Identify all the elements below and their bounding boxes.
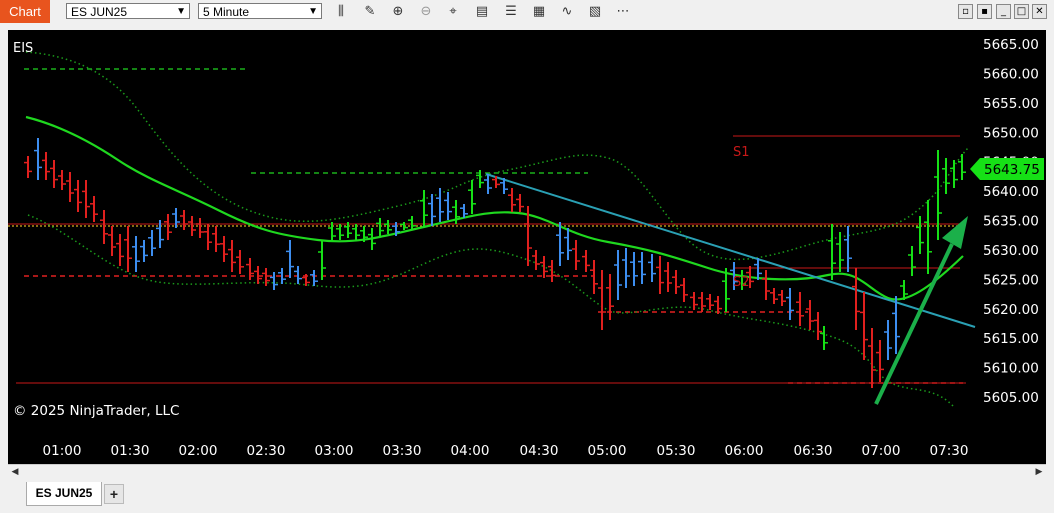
chevron-down-icon: ▼ — [308, 6, 318, 17]
chevron-down-icon: ▼ — [176, 6, 186, 17]
current-price-label: 5643.75 — [984, 162, 1040, 178]
zoom-out-icon[interactable]: ⊖ — [416, 3, 436, 20]
interval-selector[interactable]: 5 Minute ▼ — [198, 3, 322, 19]
annotation-arrow-head — [942, 216, 968, 249]
time-tick-label: 01:00 — [43, 443, 82, 459]
time-tick-label: 01:30 — [111, 443, 150, 459]
s2-label: S2 — [733, 275, 750, 290]
time-tick-label: 06:30 — [794, 443, 833, 459]
price-tick-label: 5610.00 — [983, 361, 1039, 377]
price-tick-label: 5625.00 — [983, 272, 1039, 288]
time-tick-label: 06:00 — [725, 443, 764, 459]
time-tick-label: 05:30 — [657, 443, 696, 459]
crosshair-icon[interactable]: ⌖ — [443, 3, 463, 20]
maximize-icon[interactable]: □ — [1014, 4, 1029, 19]
time-tick-label: 04:30 — [520, 443, 559, 459]
add-tab-button[interactable]: + — [104, 484, 124, 504]
price-tick-label: 5640.00 — [983, 184, 1039, 200]
zoom-in-icon[interactable]: ⊕ — [388, 3, 408, 20]
title-bar: Chart ES JUN25 ▼ 5 Minute ▼ ⫼ ✎ ⊕ ⊖ ⌖ ▤ ☰ … — [0, 0, 1054, 23]
pencil-icon[interactable]: ✎ — [360, 3, 380, 20]
scroll-left-icon[interactable]: ◀ — [8, 465, 22, 480]
chart-window-tab[interactable]: Chart — [0, 0, 50, 23]
price-tick-label: 5615.00 — [983, 331, 1039, 347]
time-tick-label: 04:00 — [451, 443, 490, 459]
time-tick-label: 05:00 — [588, 443, 627, 459]
tab-strip: ES JUN25 + — [0, 480, 1054, 513]
copyright-text: © 2025 NinjaTrader, LLC — [13, 403, 179, 419]
templates-icon[interactable]: ▧ — [585, 3, 605, 20]
minimize-icon[interactable]: _ — [996, 4, 1011, 19]
data-box-icon[interactable]: ▤ — [472, 3, 492, 20]
sma-line — [25, 115, 964, 301]
price-tick-label: 5635.00 — [983, 214, 1039, 230]
close-icon[interactable]: ✕ — [1032, 4, 1047, 19]
time-tick-label: 07:00 — [862, 443, 901, 459]
price-tick-label: 5660.00 — [983, 66, 1039, 82]
properties-icon[interactable]: ☰ — [501, 3, 521, 20]
bars-icon[interactable]: ⫼ — [331, 3, 351, 20]
s1-label: S1 — [733, 145, 750, 160]
horizontal-scrollbar[interactable]: ◀ ▶ — [8, 464, 1046, 481]
time-tick-label: 03:30 — [383, 443, 422, 459]
time-tick-label: 02:00 — [179, 443, 218, 459]
chart-panel[interactable]: EIS © 2025 NinjaTrader, LLC S1 S2 5665.00 566… — [8, 30, 1046, 464]
price-tick-label: 5630.00 — [983, 243, 1039, 259]
time-tick-label: 02:30 — [247, 443, 286, 459]
time-tick-label: 07:30 — [930, 443, 969, 459]
price-tick-label: 5655.00 — [983, 96, 1039, 112]
more-icon[interactable]: ⋯ — [613, 3, 633, 20]
interval-value: 5 Minute — [203, 5, 250, 19]
price-tick-label: 5620.00 — [983, 302, 1039, 318]
instrument-selector[interactable]: ES JUN25 ▼ — [66, 3, 190, 19]
pin-icon[interactable]: ▪ — [977, 4, 992, 19]
strategies-icon[interactable]: ∿ — [557, 3, 577, 20]
indicators-icon[interactable]: ▦ — [529, 3, 549, 20]
price-tick-label: 5650.00 — [983, 125, 1039, 141]
tab-es-jun25[interactable]: ES JUN25 — [26, 482, 102, 506]
scroll-right-icon[interactable]: ▶ — [1032, 465, 1046, 480]
price-tick-label: 5605.00 — [983, 390, 1039, 406]
restore-icon[interactable]: ▫ — [958, 4, 973, 19]
time-tick-label: 03:00 — [315, 443, 354, 459]
symbol-label: EIS — [13, 41, 33, 56]
instrument-value: ES JUN25 — [71, 5, 128, 19]
price-chart[interactable]: EIS © 2025 NinjaTrader, LLC S1 S2 5665.00 566… — [8, 30, 1046, 464]
price-tick-label: 5665.00 — [983, 37, 1039, 53]
